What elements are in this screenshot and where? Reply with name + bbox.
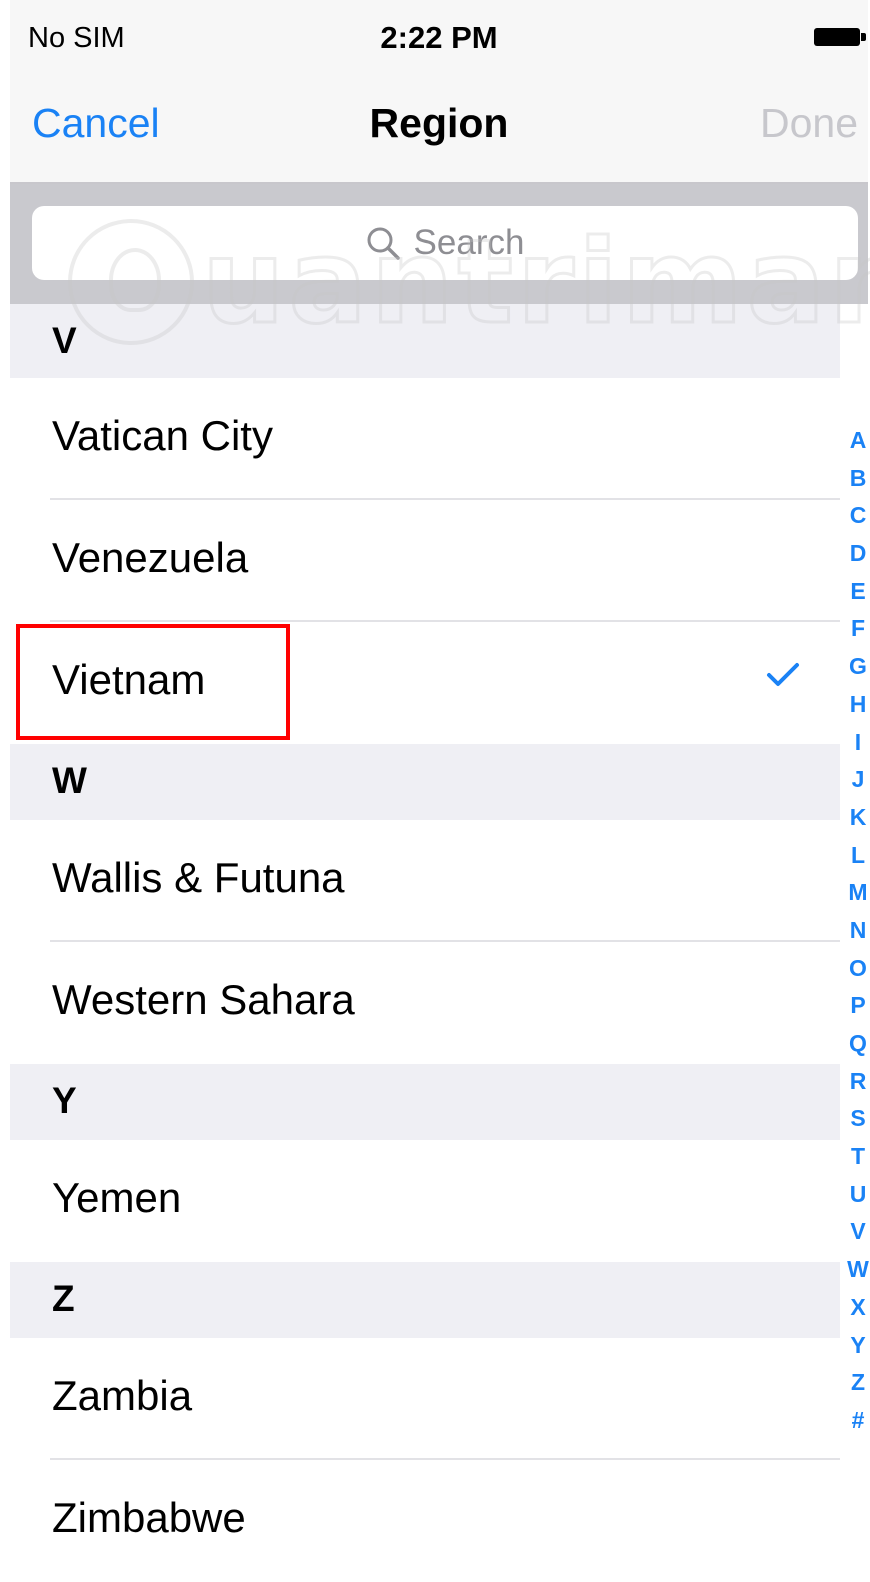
- index-letter[interactable]: T: [851, 1138, 865, 1176]
- list-item-label: Vietnam: [52, 656, 206, 703]
- section-letter: W: [52, 760, 87, 801]
- list-item-label: Yemen: [52, 1174, 182, 1221]
- list-item-label: Wallis & Futuna: [52, 854, 345, 901]
- list-item-western-sahara[interactable]: Western Sahara: [10, 942, 840, 1064]
- list-item-vietnam[interactable]: Vietnam: [10, 622, 840, 744]
- index-letter[interactable]: H: [850, 686, 867, 724]
- section-header-v: V: [10, 304, 840, 380]
- index-letter[interactable]: W: [847, 1251, 869, 1289]
- index-letter[interactable]: E: [850, 573, 865, 611]
- index-letter[interactable]: L: [851, 837, 865, 875]
- index-letter[interactable]: V: [850, 1213, 865, 1251]
- list-item-label: Venezuela: [52, 534, 249, 581]
- section-letter: Y: [52, 1080, 77, 1121]
- index-letter[interactable]: U: [850, 1176, 867, 1214]
- search-bar: Search: [10, 184, 868, 304]
- list-item-zambia[interactable]: Zambia: [10, 1338, 840, 1460]
- list-item-label: Vatican City: [52, 412, 273, 459]
- index-letter[interactable]: B: [850, 460, 867, 498]
- section-letter: V: [52, 320, 77, 361]
- index-letter[interactable]: I: [855, 724, 861, 762]
- list-item-label: Western Sahara: [52, 976, 355, 1023]
- section-header-y: Y: [10, 1064, 840, 1140]
- checkmark-icon: [766, 662, 800, 693]
- list-item-label: Zambia: [52, 1372, 193, 1419]
- index-letter[interactable]: K: [850, 799, 867, 837]
- search-placeholder: Search: [413, 223, 525, 262]
- index-letter[interactable]: Y: [850, 1327, 865, 1365]
- section-index[interactable]: A B C D E F G H I J K L M N O P Q R S T U V W X Y Z #: [843, 422, 870, 1440]
- index-letter[interactable]: N: [850, 912, 867, 950]
- section-header-w: W: [10, 744, 840, 820]
- battery-full-icon: [814, 28, 860, 46]
- navigation-bar: Cancel Region Done: [10, 76, 868, 184]
- list-item-label: Zimbabwe: [52, 1494, 246, 1541]
- index-letter[interactable]: R: [850, 1063, 867, 1101]
- index-letter[interactable]: X: [850, 1289, 865, 1327]
- section-letter: Z: [52, 1278, 75, 1319]
- list-item-yemen[interactable]: Yemen: [10, 1140, 840, 1262]
- index-letter[interactable]: C: [850, 497, 867, 535]
- list-item-zimbabwe[interactable]: Zimbabwe: [10, 1460, 840, 1582]
- search-icon: [366, 226, 400, 260]
- status-time: 2:22 PM: [380, 20, 498, 55]
- page-title: Region: [369, 100, 509, 146]
- battery-tip: [861, 33, 866, 41]
- done-button[interactable]: Done: [760, 100, 858, 147]
- index-letter[interactable]: J: [852, 761, 865, 799]
- index-letter[interactable]: G: [849, 648, 867, 686]
- index-letter[interactable]: P: [850, 987, 865, 1025]
- index-letter[interactable]: S: [850, 1100, 865, 1138]
- list-item-venezuela[interactable]: Venezuela: [10, 500, 840, 622]
- index-letter[interactable]: #: [852, 1402, 865, 1440]
- list-item-wallis-futuna[interactable]: Wallis & Futuna: [10, 820, 840, 942]
- index-letter[interactable]: Q: [849, 1025, 867, 1063]
- index-letter[interactable]: F: [851, 610, 865, 648]
- list-item-vatican-city[interactable]: Vatican City: [10, 378, 840, 500]
- index-letter[interactable]: Z: [851, 1364, 865, 1402]
- status-bar: No SIM 2:22 PM: [10, 0, 868, 76]
- index-letter[interactable]: D: [850, 535, 867, 573]
- index-letter[interactable]: O: [849, 950, 867, 988]
- section-header-z: Z: [10, 1262, 840, 1338]
- search-input[interactable]: Search: [32, 206, 858, 280]
- index-letter[interactable]: M: [848, 874, 867, 912]
- index-letter[interactable]: A: [850, 422, 867, 460]
